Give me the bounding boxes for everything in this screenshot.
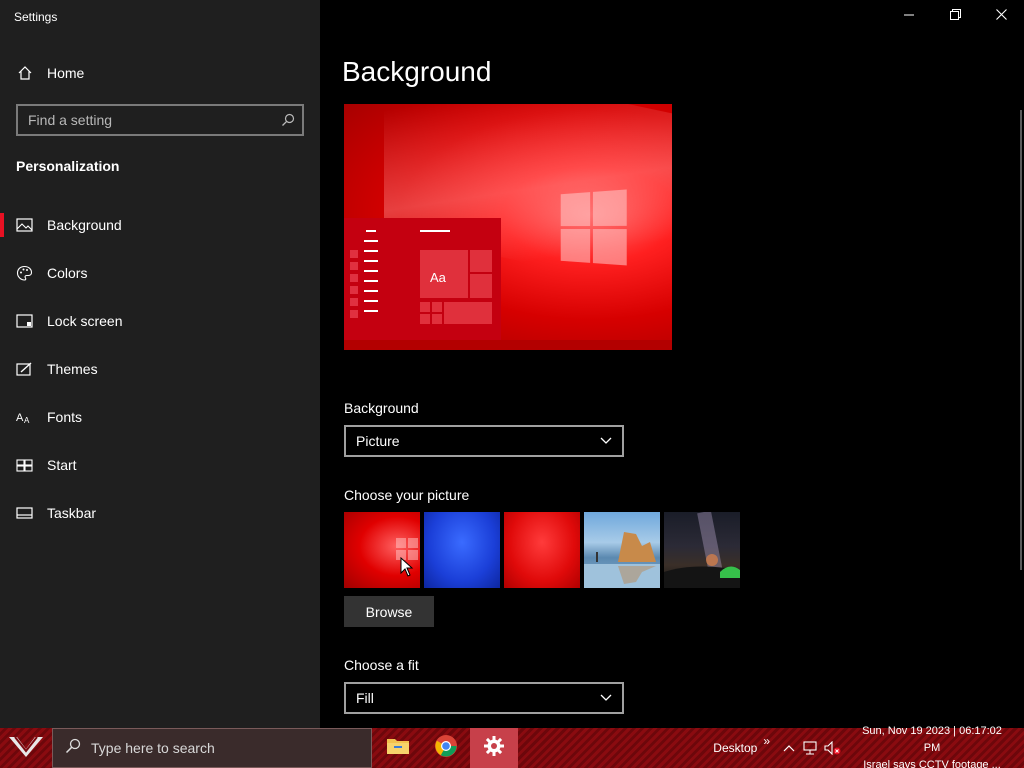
settings-search-input[interactable] — [18, 106, 274, 134]
picture-thumbnail[interactable] — [424, 512, 500, 588]
lock-screen-icon — [16, 313, 33, 330]
home-icon — [16, 65, 33, 82]
sidebar-item-themes[interactable]: Themes — [0, 345, 320, 393]
sidebar-item-background[interactable]: Background — [0, 201, 320, 249]
choose-picture-label: Choose your picture — [344, 487, 470, 503]
svg-text:A: A — [16, 412, 24, 424]
restore-icon — [949, 7, 961, 25]
start-button[interactable] — [0, 728, 52, 768]
start-icon — [16, 457, 33, 474]
taskbar-app-chrome[interactable] — [422, 728, 470, 768]
background-preview: Aa — [344, 104, 672, 350]
themes-icon — [16, 361, 33, 378]
nav-list: Background Colors Lock screen Themes AA … — [0, 201, 320, 537]
sidebar: Settings Home Personalization Background… — [0, 0, 320, 728]
close-icon — [995, 7, 1007, 25]
taskbar-search[interactable]: Type here to search — [52, 728, 372, 768]
fit-dropdown[interactable]: Fill — [344, 682, 624, 714]
taskbar-app-file-explorer[interactable] — [374, 728, 422, 768]
search-icon[interactable] — [274, 106, 302, 134]
clock[interactable]: Sun, Nov 19 2023 | 06:17:02 PM Israel sa… — [844, 723, 1024, 768]
taskbar-app-settings[interactable] — [470, 728, 518, 768]
section-title: Personalization — [16, 158, 120, 174]
start-logo-icon — [7, 733, 45, 764]
search-icon — [65, 738, 81, 759]
close-button[interactable] — [978, 0, 1024, 32]
picture-thumbnail[interactable] — [504, 512, 580, 588]
svg-text:A: A — [24, 416, 30, 425]
windows-logo-icon — [560, 189, 628, 266]
news-ticker: Israel says CCTV footage ... — [863, 758, 1001, 768]
background-type-value: Picture — [356, 433, 400, 449]
app-title: Settings — [14, 10, 58, 24]
network-icon[interactable] — [800, 728, 822, 768]
minimize-button[interactable] — [886, 0, 932, 32]
taskbar-search-placeholder: Type here to search — [91, 740, 215, 756]
minimize-icon — [904, 7, 914, 25]
fonts-icon: AA — [16, 409, 33, 426]
scrollbar[interactable] — [1020, 110, 1022, 570]
sidebar-item-taskbar[interactable]: Taskbar — [0, 489, 320, 537]
sidebar-item-label: Colors — [47, 265, 88, 281]
picture-icon — [16, 217, 33, 234]
palette-icon — [16, 265, 33, 282]
folder-icon — [386, 736, 410, 761]
sidebar-item-colors[interactable]: Colors — [0, 249, 320, 297]
background-label: Background — [344, 400, 419, 416]
main-content: Background Aa Background Picture Choose … — [320, 0, 1024, 728]
sidebar-item-lock-screen[interactable]: Lock screen — [0, 297, 320, 345]
picture-thumbnail[interactable] — [584, 512, 660, 588]
clock-datetime: Sun, Nov 19 2023 | 06:17:02 PM — [862, 724, 1002, 754]
chevron-down-icon — [600, 432, 612, 450]
mouse-cursor-icon — [400, 556, 414, 577]
background-type-dropdown[interactable]: Picture — [344, 425, 624, 457]
settings-search[interactable] — [16, 104, 304, 136]
chevron-down-icon — [600, 689, 612, 707]
choose-fit-label: Choose a fit — [344, 657, 419, 673]
taskbar: Type here to search Desktop » Sun, Nov 1… — [0, 725, 1024, 768]
sidebar-item-fonts[interactable]: AA Fonts — [0, 393, 320, 441]
sidebar-item-label: Themes — [47, 361, 98, 377]
system-tray: Desktop » Sun, Nov 19 2023 | 06:17:02 PM… — [713, 725, 1024, 768]
chevron-up-icon[interactable] — [778, 728, 800, 768]
sidebar-item-label: Background — [47, 217, 122, 233]
browse-button[interactable]: Browse — [344, 596, 434, 627]
gear-icon — [483, 735, 505, 762]
sidebar-item-label: Fonts — [47, 409, 83, 425]
sidebar-item-label: Lock screen — [47, 313, 123, 329]
nav-home-label: Home — [47, 65, 85, 81]
restore-button[interactable] — [932, 0, 978, 32]
sidebar-item-label: Taskbar — [47, 505, 97, 521]
taskbar-icon — [16, 505, 33, 522]
fit-value: Fill — [356, 690, 374, 706]
picture-thumbnail[interactable] — [664, 512, 740, 588]
page-title: Background — [342, 56, 492, 87]
nav-home[interactable]: Home — [0, 56, 320, 90]
preview-start-menu: Aa — [344, 218, 501, 340]
sidebar-item-label: Start — [47, 457, 77, 473]
chrome-icon — [434, 734, 458, 763]
sidebar-item-start[interactable]: Start — [0, 441, 320, 489]
desktop-toolbar-label[interactable]: Desktop — [713, 741, 757, 755]
toolbar-overflow-icon[interactable]: » — [763, 734, 770, 748]
volume-muted-icon[interactable] — [822, 728, 844, 768]
preview-tile-text: Aa — [430, 270, 446, 285]
